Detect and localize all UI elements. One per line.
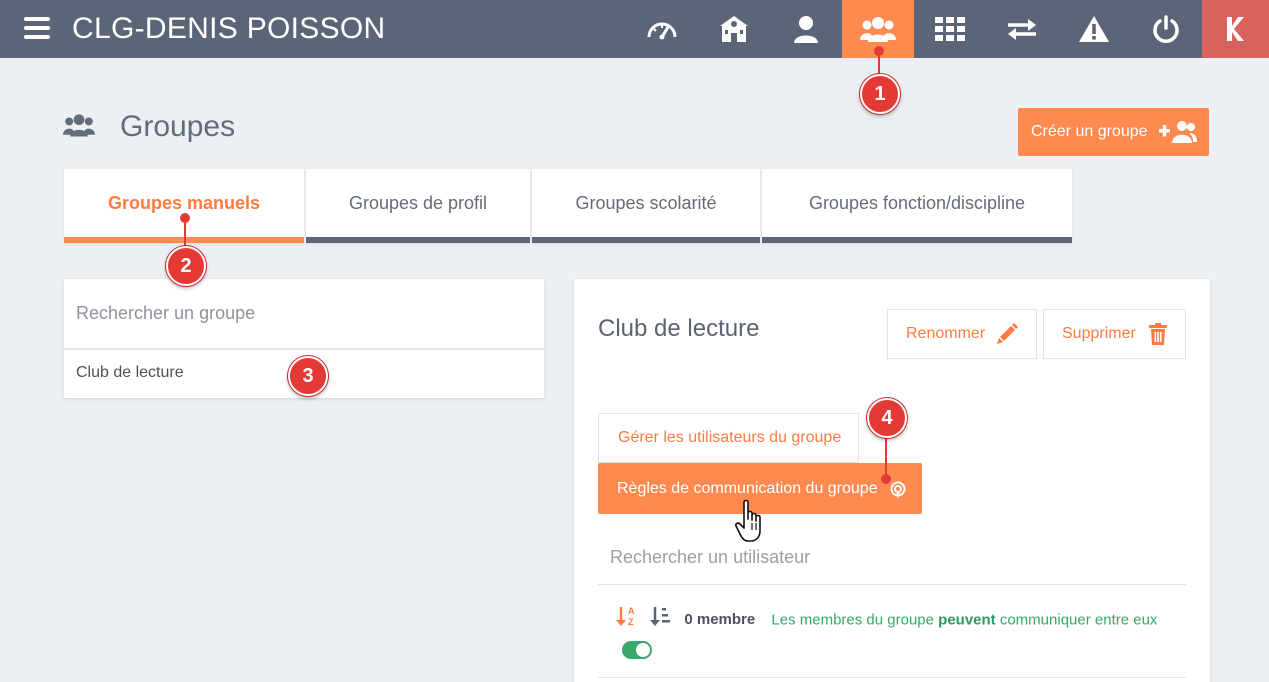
dashboard-icon[interactable]	[626, 0, 698, 58]
communication-toggle[interactable]	[622, 641, 652, 660]
group-type-tabs: Groupes manuels Groupes de profil Groupe…	[64, 169, 1074, 243]
group-search-box	[64, 279, 544, 350]
communication-status-text: Les membres du groupe peuvent communique…	[771, 611, 1157, 628]
step-marker-4: 4	[867, 398, 907, 438]
top-navigation-bar: CLG-DENIS POISSON	[0, 0, 1269, 58]
power-icon[interactable]	[1130, 0, 1202, 58]
marker-dot	[874, 46, 884, 56]
trash-icon	[1149, 323, 1167, 350]
user-search-box	[598, 531, 1186, 585]
create-group-button[interactable]: Créer un groupe	[1018, 108, 1209, 156]
add-users-icon	[1159, 120, 1197, 149]
delete-label: Supprimer	[1062, 325, 1136, 342]
step-marker-1: 1	[860, 74, 900, 114]
manage-users-button[interactable]: Gérer les utilisateurs du groupe	[598, 413, 859, 463]
user-search-input[interactable]	[610, 547, 1186, 568]
svg-text:Z: Z	[628, 617, 634, 627]
logo-k-icon[interactable]	[1202, 0, 1269, 58]
school-icon[interactable]	[698, 0, 770, 58]
step-marker-3: 3	[288, 356, 328, 396]
marker-dot	[180, 213, 190, 223]
apps-grid-icon[interactable]	[914, 0, 986, 58]
group-name-heading: Club de lecture	[598, 315, 760, 342]
sort-list-icon[interactable]	[650, 605, 672, 636]
tab-groupes-scolarite[interactable]: Groupes scolarité	[532, 169, 760, 243]
hand-cursor-icon	[735, 499, 767, 550]
communication-rules-label: Règles de communication du groupe	[617, 479, 878, 497]
warning-icon[interactable]	[1058, 0, 1130, 58]
page-title: Groupes	[120, 110, 236, 143]
marker-line	[885, 435, 887, 477]
group-search-input[interactable]	[76, 303, 544, 324]
rename-button[interactable]: Renommer	[887, 309, 1037, 359]
transfer-icon[interactable]	[986, 0, 1058, 58]
groups-icon	[63, 112, 95, 143]
menu-icon[interactable]	[24, 17, 50, 39]
comm-text-bold: peuvent	[938, 611, 996, 629]
marker-dot	[881, 474, 891, 484]
broadcast-icon	[890, 481, 906, 504]
pencil-icon	[996, 323, 1018, 350]
divider	[598, 677, 1186, 678]
comm-text-after: communiquer entre eux	[999, 611, 1158, 629]
comm-text-before: Les membres du groupe	[771, 611, 934, 629]
step-marker-2: 2	[166, 246, 206, 286]
user-icon[interactable]	[770, 0, 842, 58]
rename-label: Renommer	[906, 325, 986, 342]
tab-groupes-de-profil[interactable]: Groupes de profil	[306, 169, 530, 243]
app-title: CLG-DENIS POISSON	[72, 12, 386, 45]
sort-alpha-icon[interactable]: AZ	[616, 605, 638, 636]
tab-groupes-fonction-discipline[interactable]: Groupes fonction/discipline	[762, 169, 1072, 243]
delete-button[interactable]: Supprimer	[1043, 309, 1186, 359]
svg-text:A: A	[628, 606, 635, 616]
member-count: 0 membre	[684, 611, 756, 629]
members-summary: AZ 0 membre Les membres du groupe peuven…	[616, 605, 1176, 663]
group-detail-panel: Club de lecture Renommer Supprimer Gérer…	[574, 279, 1210, 682]
create-group-label: Créer un groupe	[1031, 123, 1148, 140]
